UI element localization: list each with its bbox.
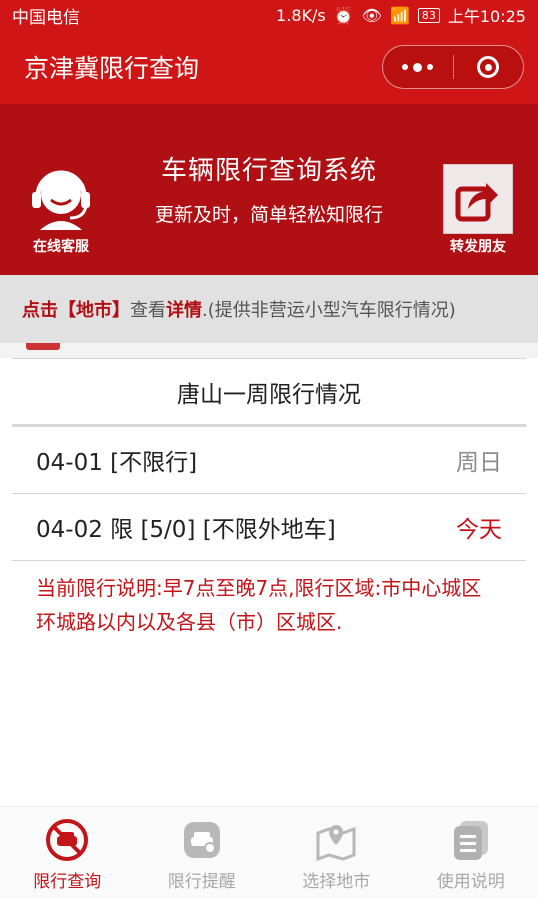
close-miniprogram-button[interactable]: [454, 46, 524, 88]
hero-banner: 在线客服 车辆限行查询系统 更新及时，简单轻松知限行 转发朋友: [0, 104, 538, 275]
notice-suffix: .(提供非营运小型汽车限行情况): [202, 300, 456, 321]
online-service-label: 在线客服: [33, 239, 89, 255]
row-date-rule: 04-02 限 [5/0] [不限外地车]: [36, 517, 336, 543]
panel-title: 唐山一周限行情况: [12, 358, 526, 427]
status-bar: 中国电信 1.8K/s ⏰ 👁 📶 83 上午10:25: [0, 0, 538, 30]
tab-instructions-label: 使用说明: [436, 872, 505, 892]
restriction-panel: 唐山一周限行情况 04-01 [不限行] 周日 04-02 限 [5/0] [不…: [0, 358, 538, 639]
status-time: 上午10:25: [447, 7, 526, 26]
nav-bar: 京津冀限行查询: [0, 30, 538, 104]
share-icon: [443, 164, 513, 234]
tab-query-label: 限行查询: [33, 872, 102, 892]
row-day: 周日: [456, 450, 502, 476]
bottom-tab-bar: 限行查询 限行提醒 选择地市 使用说明: [0, 806, 538, 899]
tab-reminder-label: 限行提醒: [167, 872, 236, 892]
car-bell-icon: [179, 817, 225, 863]
app-title: 京津冀限行查询: [24, 54, 200, 83]
no-parking-icon: [44, 817, 90, 863]
map-pin-icon: [313, 817, 359, 863]
underlay-marker: [26, 343, 60, 350]
row-day-today: 今天: [456, 517, 502, 543]
status-right: 1.8K/s ⏰ 👁 📶 83 上午10:25: [276, 3, 526, 27]
share-button[interactable]: 转发朋友: [438, 164, 518, 256]
tab-query[interactable]: 限行查询: [0, 807, 135, 899]
alarm-icon: ⏰: [333, 5, 354, 25]
list-underlay: [0, 343, 538, 358]
more-button[interactable]: [383, 46, 453, 88]
wifi-icon: 📶: [389, 5, 410, 25]
tab-select-city[interactable]: 选择地市: [269, 807, 404, 899]
share-label: 转发朋友: [450, 239, 506, 255]
row-date-rule: 04-01 [不限行]: [36, 450, 198, 476]
notice-prefix: 点击【地市】: [22, 300, 130, 321]
restriction-row: 04-01 [不限行] 周日: [12, 427, 526, 494]
more-dots-icon: [402, 62, 434, 72]
tab-reminder[interactable]: 限行提醒: [135, 807, 270, 899]
carrier-label: 中国电信: [12, 7, 80, 28]
notice-detail: 详情: [166, 300, 202, 321]
network-speed: 1.8K/s: [276, 5, 326, 25]
restriction-row: 04-02 限 [5/0] [不限外地车] 今天: [12, 494, 526, 561]
restriction-explanation: 当前限行说明:早7点至晚7点,限行区域:市中心城区环城路以内以及各县（市）区城区…: [36, 576, 482, 634]
city-notice: 点击【地市】 查看 详情 .(提供非营运小型汽车限行情况): [0, 275, 538, 343]
notice-mid: 查看: [130, 300, 166, 321]
eye-icon: 👁: [361, 5, 382, 25]
tab-instructions[interactable]: 使用说明: [404, 807, 538, 899]
miniprogram-capsule: [382, 45, 524, 89]
close-target-icon: [477, 56, 500, 78]
document-icon: [448, 817, 494, 863]
tab-select-city-label: 选择地市: [302, 872, 371, 892]
battery-icon: 83: [417, 7, 440, 23]
